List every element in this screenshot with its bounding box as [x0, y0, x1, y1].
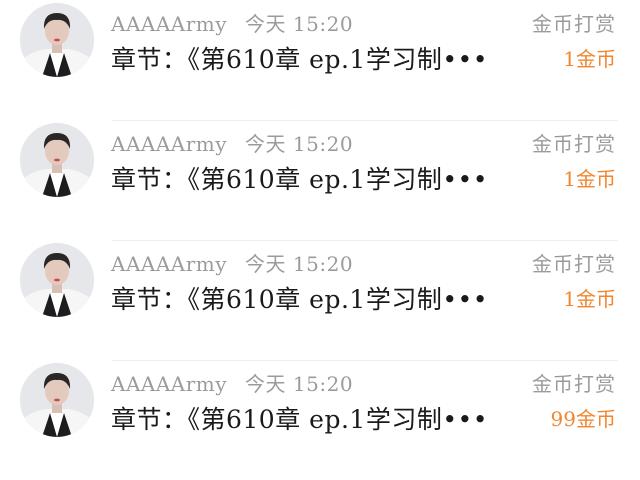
tip-record-item[interactable]: AAAAArmy 今天 15:20 章节：《第610章 ep.1学习制••• 金币… — [0, 360, 640, 480]
timestamp: 今天 15:20 — [245, 252, 354, 276]
chapter-title[interactable]: 章节：《第610章 ep.1学习制••• — [111, 280, 488, 316]
avatar-image-icon — [20, 363, 94, 437]
username[interactable]: AAAAArmy — [111, 372, 227, 396]
record-meta: AAAAArmy 今天 15:20 — [111, 8, 353, 37]
chapter-title[interactable]: 章节：《第610章 ep.1学习制••• — [111, 160, 488, 196]
tip-record-item[interactable]: AAAAArmy 今天 15:20 章节：《第610章 ep.1学习制••• 金币… — [0, 0, 640, 120]
chapter-title[interactable]: 章节：《第610章 ep.1学习制••• — [111, 400, 488, 436]
avatar-image-icon — [20, 3, 94, 77]
tip-amount: 1金币 — [563, 287, 616, 311]
tip-type-label: 金币打赏 — [532, 12, 616, 36]
username[interactable]: AAAAArmy — [111, 132, 227, 156]
tip-type-label: 金币打赏 — [532, 132, 616, 156]
avatar-image-icon — [20, 123, 94, 197]
record-meta: AAAAArmy 今天 15:20 — [111, 128, 353, 157]
tip-record-item[interactable]: AAAAArmy 今天 15:20 章节：《第610章 ep.1学习制••• 金币… — [0, 120, 640, 240]
user-avatar[interactable] — [20, 123, 94, 197]
record-meta: AAAAArmy 今天 15:20 — [111, 368, 353, 397]
tip-amount: 1金币 — [563, 47, 616, 71]
tip-type-label: 金币打赏 — [532, 372, 616, 396]
username[interactable]: AAAAArmy — [111, 12, 227, 36]
user-avatar[interactable] — [20, 243, 94, 317]
timestamp: 今天 15:20 — [245, 372, 354, 396]
tip-amount: 99金币 — [550, 407, 616, 431]
tip-record-list: AAAAArmy 今天 15:20 章节：《第610章 ep.1学习制••• 金币… — [0, 0, 640, 480]
user-avatar[interactable] — [20, 3, 94, 77]
timestamp: 今天 15:20 — [245, 12, 354, 36]
timestamp: 今天 15:20 — [245, 132, 354, 156]
tip-type-label: 金币打赏 — [532, 252, 616, 276]
username[interactable]: AAAAArmy — [111, 252, 227, 276]
user-avatar[interactable] — [20, 363, 94, 437]
tip-record-item[interactable]: AAAAArmy 今天 15:20 章节：《第610章 ep.1学习制••• 金币… — [0, 240, 640, 360]
tip-amount: 1金币 — [563, 167, 616, 191]
record-meta: AAAAArmy 今天 15:20 — [111, 248, 353, 277]
avatar-image-icon — [20, 243, 94, 317]
chapter-title[interactable]: 章节：《第610章 ep.1学习制••• — [111, 40, 488, 76]
